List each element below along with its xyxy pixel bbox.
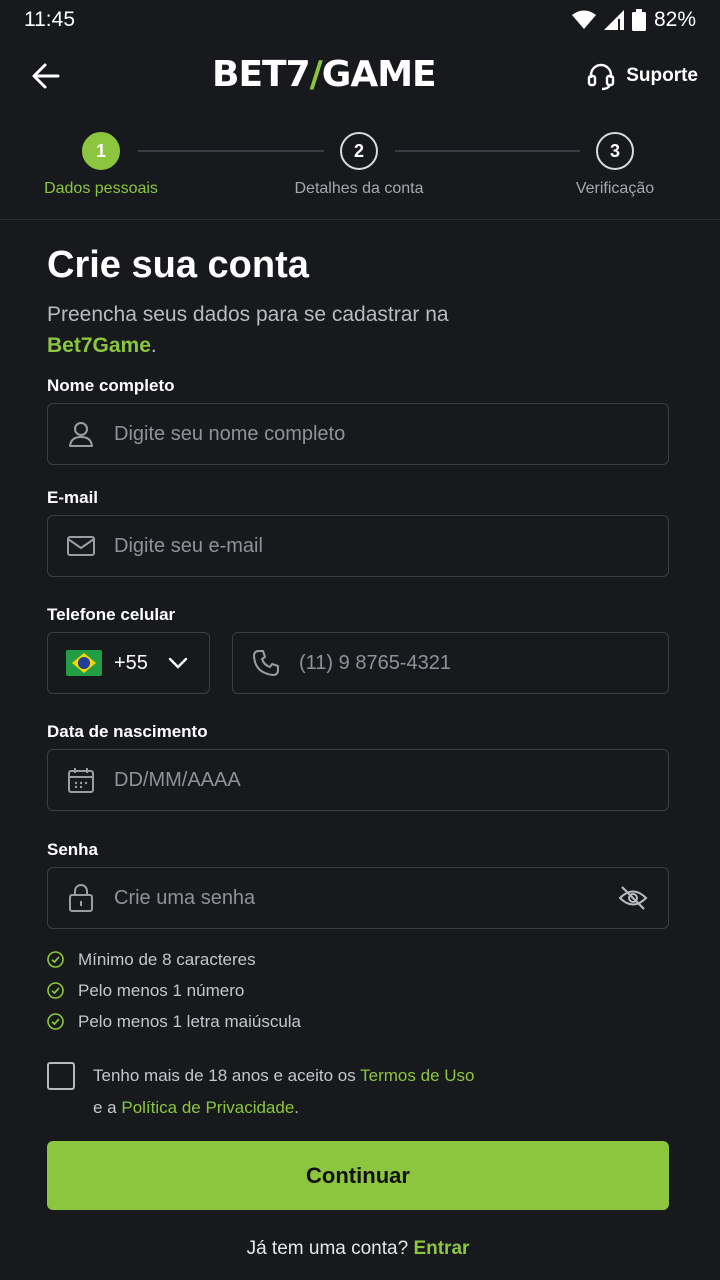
password-rules: Mínimo de 8 caracteres Pelo menos 1 núme…	[47, 944, 301, 1037]
top-header: BET7/GAME Suporte	[0, 40, 720, 112]
rule-text: Pelo menos 1 letra maiúscula	[78, 1011, 302, 1031]
name-label: Nome completo	[47, 376, 175, 395]
rule-item: Pelo menos 1 letra maiúscula	[47, 1006, 301, 1037]
arrow-left-icon	[32, 63, 60, 89]
status-bar: 11:45 82%	[0, 0, 720, 40]
birthdate-field[interactable]	[47, 749, 669, 811]
headset-icon	[588, 63, 615, 91]
email-label: E-mail	[47, 488, 99, 507]
status-icons: 82%	[571, 8, 696, 32]
email-field[interactable]	[47, 515, 669, 577]
step-number: 1	[82, 132, 120, 170]
terms-of-use-link[interactable]: Termos de Uso	[360, 1066, 474, 1085]
name-field[interactable]	[47, 403, 669, 465]
step-personal-data: 1 Dados pessoais	[11, 132, 191, 198]
signup-stepper: 1 Dados pessoais 2 Detalhes da conta 3 V…	[0, 112, 720, 220]
status-time: 11:45	[24, 8, 75, 31]
check-circle-icon	[47, 982, 64, 999]
password-field[interactable]	[47, 867, 669, 929]
terms-text-part: Tenho mais de 18 anos e aceito os	[93, 1066, 361, 1085]
login-prompt-text: Já tem uma conta?	[246, 1238, 414, 1259]
rule-text: Mínimo de 8 caracteres	[78, 949, 256, 969]
terms-text: Tenho mais de 18 anos e aceito os Termos…	[93, 1060, 474, 1124]
phone-field[interactable]	[232, 632, 669, 694]
login-prompt: Já tem uma conta? Entrar	[47, 1238, 669, 1260]
brazil-flag-icon	[66, 650, 102, 676]
privacy-policy-link[interactable]: Política de Privacidade	[121, 1098, 294, 1117]
rule-text: Pelo menos 1 número	[78, 980, 245, 1000]
subtitle-text: Preencha seus dados para se cadastrar na	[47, 303, 449, 326]
logo-text-bet: BET7	[212, 53, 311, 95]
password-input[interactable]	[114, 868, 668, 928]
continue-button[interactable]: Continuar	[47, 1141, 669, 1210]
birthdate-input[interactable]	[114, 750, 668, 810]
calendar-icon	[66, 765, 96, 795]
step-label: Verificação	[575, 180, 655, 197]
support-button[interactable]: Suporte	[586, 61, 698, 91]
subtitle-brand: Bet7Game	[47, 334, 151, 357]
rule-item: Pelo menos 1 número	[47, 975, 301, 1006]
birthdate-label: Data de nascimento	[47, 722, 208, 741]
support-label: Suporte	[626, 65, 698, 86]
country-code-select[interactable]: +55	[47, 632, 210, 694]
brand-logo: BET7/GAME	[212, 53, 437, 95]
battery-percent: 82%	[653, 8, 696, 31]
step-label: Dados pessoais	[44, 180, 158, 197]
rule-item: Mínimo de 8 caracteres	[47, 944, 301, 975]
login-link[interactable]: Entrar	[413, 1238, 469, 1259]
phone-label: Telefone celular	[47, 605, 176, 624]
phone-input[interactable]	[299, 633, 668, 693]
step-account-details: 2 Detalhes da conta	[269, 132, 449, 198]
signal-icon	[603, 10, 624, 30]
phone-icon	[251, 648, 281, 678]
check-circle-icon	[47, 1013, 64, 1030]
logo-slash-mark: /	[309, 53, 323, 95]
terms-row: Tenho mais de 18 anos e aceito os Termos…	[47, 1060, 474, 1124]
step-number: 3	[596, 132, 634, 170]
signup-form: Crie sua conta Preencha seus dados para …	[47, 240, 669, 1259]
battery-icon	[631, 9, 646, 31]
name-input[interactable]	[114, 404, 668, 464]
chevron-down-icon	[168, 657, 188, 669]
logo-text-game: GAME	[321, 53, 437, 95]
page-title: Crie sua conta	[47, 244, 309, 286]
step-number: 2	[340, 132, 378, 170]
terms-text-part: .	[294, 1098, 300, 1117]
eye-off-icon[interactable]	[618, 884, 648, 912]
terms-checkbox[interactable]	[47, 1062, 75, 1090]
country-code-value: +55	[114, 651, 148, 674]
terms-text-part: e a	[93, 1098, 122, 1117]
password-label: Senha	[47, 840, 99, 859]
lock-icon	[66, 883, 96, 913]
check-circle-icon	[47, 951, 64, 968]
email-input[interactable]	[114, 516, 668, 576]
page-subtitle: Preencha seus dados para se cadastrar na…	[47, 299, 467, 361]
subtitle-suffix: .	[150, 334, 157, 357]
step-label: Detalhes da conta	[294, 180, 424, 197]
back-button[interactable]	[26, 56, 66, 96]
step-verification: 3 Verificação	[525, 132, 705, 198]
mail-icon	[66, 531, 96, 561]
wifi-icon	[571, 10, 596, 29]
user-icon	[66, 419, 96, 449]
